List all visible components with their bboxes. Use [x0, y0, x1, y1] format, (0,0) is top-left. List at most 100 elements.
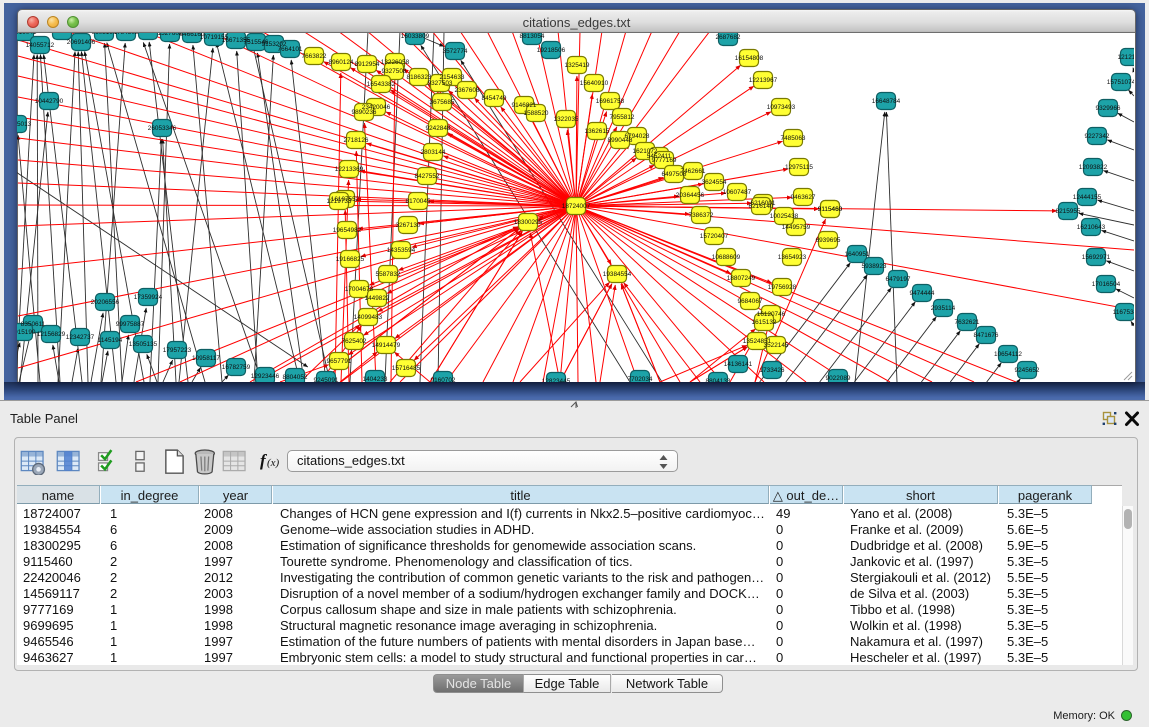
- svg-text:16543382: 16543382: [367, 81, 396, 88]
- svg-text:9474444: 9474444: [910, 290, 935, 297]
- svg-text:1362615: 1362615: [585, 128, 610, 135]
- svg-text:12823445: 12823445: [542, 378, 571, 382]
- svg-text:20691406: 20691406: [67, 39, 96, 46]
- svg-text:12156829: 12156829: [37, 331, 66, 338]
- svg-text:9463627: 9463627: [791, 194, 816, 201]
- svg-text:26053346: 26053346: [148, 125, 177, 132]
- svg-text:8912954: 8912954: [355, 61, 380, 68]
- svg-text:5587832: 5587832: [376, 271, 401, 278]
- svg-text:2367608: 2367608: [455, 87, 480, 94]
- svg-text:3915190: 3915190: [17, 329, 36, 336]
- svg-text:1819041: 1819041: [17, 33, 37, 36]
- svg-text:1640951: 1640951: [845, 251, 870, 258]
- svg-text:8454749: 8454749: [482, 95, 507, 102]
- svg-text:17957223: 17957223: [163, 347, 192, 354]
- svg-text:13505135: 13505135: [129, 341, 158, 348]
- svg-text:16120746: 16120746: [757, 311, 786, 318]
- svg-text:13226058: 13226058: [381, 59, 410, 66]
- svg-text:15640910: 15640910: [580, 80, 609, 87]
- svg-text:14914479: 14914479: [372, 342, 401, 349]
- svg-text:1449822: 1449822: [365, 295, 390, 302]
- svg-text:20206556: 20206556: [91, 299, 120, 306]
- svg-text:9227342: 9227342: [1085, 133, 1110, 140]
- svg-text:17004678: 17004678: [345, 286, 374, 293]
- svg-text:20364456: 20364456: [676, 192, 705, 199]
- svg-text:12975115: 12975115: [785, 164, 813, 171]
- svg-text:10688609: 10688609: [712, 254, 741, 261]
- svg-text:3522145: 3522145: [764, 342, 789, 349]
- svg-text:7663822: 7663822: [302, 53, 327, 60]
- svg-text:18300295: 18300295: [514, 219, 543, 226]
- svg-text:9777169: 9777169: [652, 157, 677, 164]
- svg-text:10654112: 10654112: [994, 351, 1022, 358]
- svg-text:8427552: 8427552: [415, 173, 440, 180]
- svg-text:16033809: 16033809: [401, 33, 430, 40]
- svg-text:15751074: 15751074: [1107, 79, 1134, 86]
- svg-text:17016504: 17016504: [1092, 281, 1121, 288]
- svg-text:9160702: 9160702: [431, 377, 456, 382]
- svg-text:8813054: 8813054: [520, 33, 545, 40]
- svg-text:9245652: 9245652: [1015, 367, 1040, 374]
- svg-text:17359924: 17359924: [134, 294, 163, 301]
- svg-text:8215955: 8215955: [1056, 208, 1081, 215]
- svg-text:7625402: 7625402: [342, 338, 367, 345]
- svg-text:3572774: 3572774: [443, 48, 468, 55]
- svg-text:16154808: 16154808: [735, 55, 764, 62]
- svg-text:12444155: 12444155: [1073, 194, 1102, 201]
- svg-text:19384554: 19384554: [603, 271, 632, 278]
- svg-text:14136141: 14136141: [724, 361, 753, 368]
- svg-text:6216140: 6216140: [749, 203, 774, 210]
- svg-text:10958117: 10958117: [192, 355, 220, 362]
- svg-text:9890236: 9890236: [352, 109, 377, 116]
- svg-text:14495759: 14495759: [782, 224, 811, 231]
- svg-text:9684067: 9684067: [738, 298, 763, 305]
- svg-text:19218506: 19218506: [537, 47, 566, 54]
- svg-text:9022089: 9022089: [826, 375, 851, 382]
- svg-text:15720407: 15720407: [700, 233, 729, 240]
- svg-text:16961758: 16961758: [596, 98, 625, 105]
- svg-text:8804052: 8804052: [283, 374, 308, 381]
- svg-text:16782759: 16782759: [222, 364, 251, 371]
- svg-text:8170045: 8170045: [406, 198, 431, 205]
- svg-text:7462661: 7462661: [681, 168, 706, 175]
- svg-text:19756928: 19756928: [768, 284, 797, 291]
- svg-text:2718126: 2718126: [344, 137, 369, 144]
- svg-text:9245091: 9245091: [314, 377, 339, 382]
- svg-text:8804133: 8804133: [706, 378, 731, 382]
- svg-text:2687682: 2687682: [716, 34, 741, 41]
- svg-text:15692971: 15692971: [1082, 254, 1111, 261]
- svg-text:7485063: 7485063: [781, 135, 806, 142]
- svg-text:8350611: 8350611: [21, 321, 46, 328]
- svg-text:1733426: 1733426: [760, 367, 785, 374]
- svg-text:8471676: 8471676: [974, 332, 999, 339]
- svg-text:6479197: 6479197: [886, 276, 911, 283]
- svg-text:1615132: 1615132: [752, 319, 777, 326]
- svg-text:9115460: 9115460: [818, 206, 843, 213]
- svg-text:13654923: 13654923: [778, 254, 807, 261]
- svg-text:18724007: 18724007: [562, 203, 591, 210]
- svg-text:16210643: 16210643: [1077, 224, 1106, 231]
- svg-text:14099483: 14099483: [354, 314, 383, 321]
- svg-text:10025438: 10025438: [770, 213, 799, 220]
- svg-text:3675685: 3675685: [430, 99, 455, 106]
- svg-text:7702034: 7702034: [628, 376, 653, 382]
- svg-text:1588520: 1588520: [524, 110, 549, 117]
- svg-text:7632621: 7632621: [955, 319, 980, 326]
- svg-text:6939695: 6939695: [816, 237, 841, 244]
- svg-text:7664101: 7664101: [278, 46, 303, 53]
- svg-text:8990448: 8990448: [608, 137, 633, 144]
- svg-text:1219733: 1219733: [327, 198, 352, 205]
- svg-text:9657791: 9657791: [327, 358, 352, 365]
- svg-text:10973493: 10973493: [767, 104, 796, 111]
- svg-text:3624554: 3624554: [702, 179, 727, 186]
- svg-text:1404233: 1404233: [363, 376, 388, 382]
- svg-text:2154633: 2154633: [440, 74, 465, 81]
- svg-text:16648784: 16648784: [872, 98, 901, 105]
- svg-text:10607487: 10607487: [723, 189, 752, 196]
- svg-text:16155013: 16155013: [17, 121, 32, 128]
- svg-text:15716485: 15716485: [392, 365, 421, 372]
- svg-text:9242848: 9242848: [426, 125, 451, 132]
- svg-text:(x): (x): [267, 457, 280, 469]
- svg-text:9146821: 9146821: [512, 102, 537, 109]
- svg-text:1145194: 1145194: [98, 337, 123, 344]
